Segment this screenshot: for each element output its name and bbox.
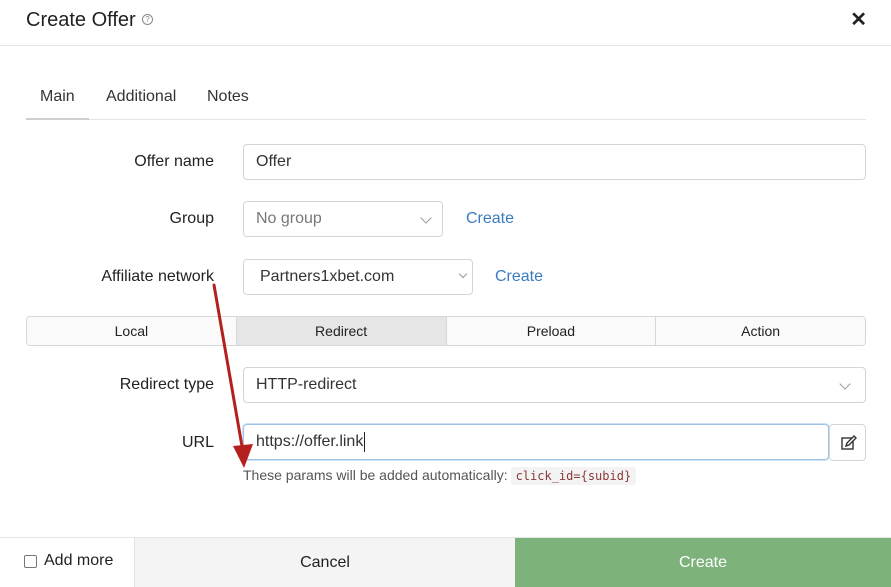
offer-name-input[interactable]: Offer (243, 144, 866, 180)
create-button[interactable]: Create (515, 538, 891, 587)
tab-additional[interactable]: Additional (106, 88, 176, 118)
group-select-value: No group (256, 210, 322, 227)
dialog-title: Create Offer (26, 9, 136, 31)
affiliate-network-create-link[interactable]: Create (495, 268, 543, 286)
mode-redirect[interactable]: Redirect (236, 317, 447, 345)
close-icon[interactable]: ✕ (850, 10, 867, 30)
help-icon[interactable]: ? (142, 14, 153, 25)
chevron-down-icon (839, 378, 851, 390)
group-label: Group (169, 210, 214, 227)
mode-preload[interactable]: Preload (446, 317, 657, 345)
url-params-hint: These params will be added automatically… (243, 467, 637, 485)
url-input[interactable]: https://offer.link (243, 424, 829, 460)
url-input-value: https://offer.link (256, 433, 364, 450)
group-create-link[interactable]: Create (466, 210, 514, 228)
redirect-type-label: Redirect type (119, 376, 214, 393)
offer-name-label: Offer name (134, 153, 214, 170)
add-more-checkbox[interactable] (24, 554, 37, 568)
text-caret (364, 431, 366, 452)
edit-icon (841, 435, 857, 450)
affiliate-network-label: Affiliate network (101, 268, 214, 285)
mode-segmented-control: Local Redirect Preload Action (26, 316, 866, 346)
url-params-code: click_id={subid} (510, 467, 637, 485)
dialog-footer: Add more Cancel Create (0, 537, 891, 587)
dialog-header: Create Offer ? ✕ (0, 0, 891, 46)
url-params-hint-text: These params will be added automatically… (243, 467, 508, 483)
chevron-down-icon (420, 212, 432, 224)
redirect-type-select[interactable]: HTTP-redirect (243, 367, 866, 403)
redirect-type-value: HTTP-redirect (256, 376, 357, 393)
add-more-option[interactable]: Add more (24, 552, 113, 570)
url-edit-button[interactable] (829, 424, 866, 461)
affiliate-network-select[interactable]: Partners1xbet.com (243, 259, 473, 295)
cancel-button[interactable]: Cancel (134, 538, 515, 587)
affiliate-network-value: Partners1xbet.com (260, 268, 395, 285)
chevron-down-icon (458, 269, 468, 279)
tab-main[interactable]: Main (26, 88, 89, 120)
mode-action[interactable]: Action (656, 317, 865, 345)
group-select[interactable]: No group (243, 201, 443, 237)
tab-bar: Main Additional Notes (26, 78, 866, 120)
mode-local[interactable]: Local (27, 317, 237, 345)
url-label: URL (181, 434, 214, 451)
add-more-label: Add more (44, 552, 114, 569)
tab-notes[interactable]: Notes (207, 88, 249, 118)
